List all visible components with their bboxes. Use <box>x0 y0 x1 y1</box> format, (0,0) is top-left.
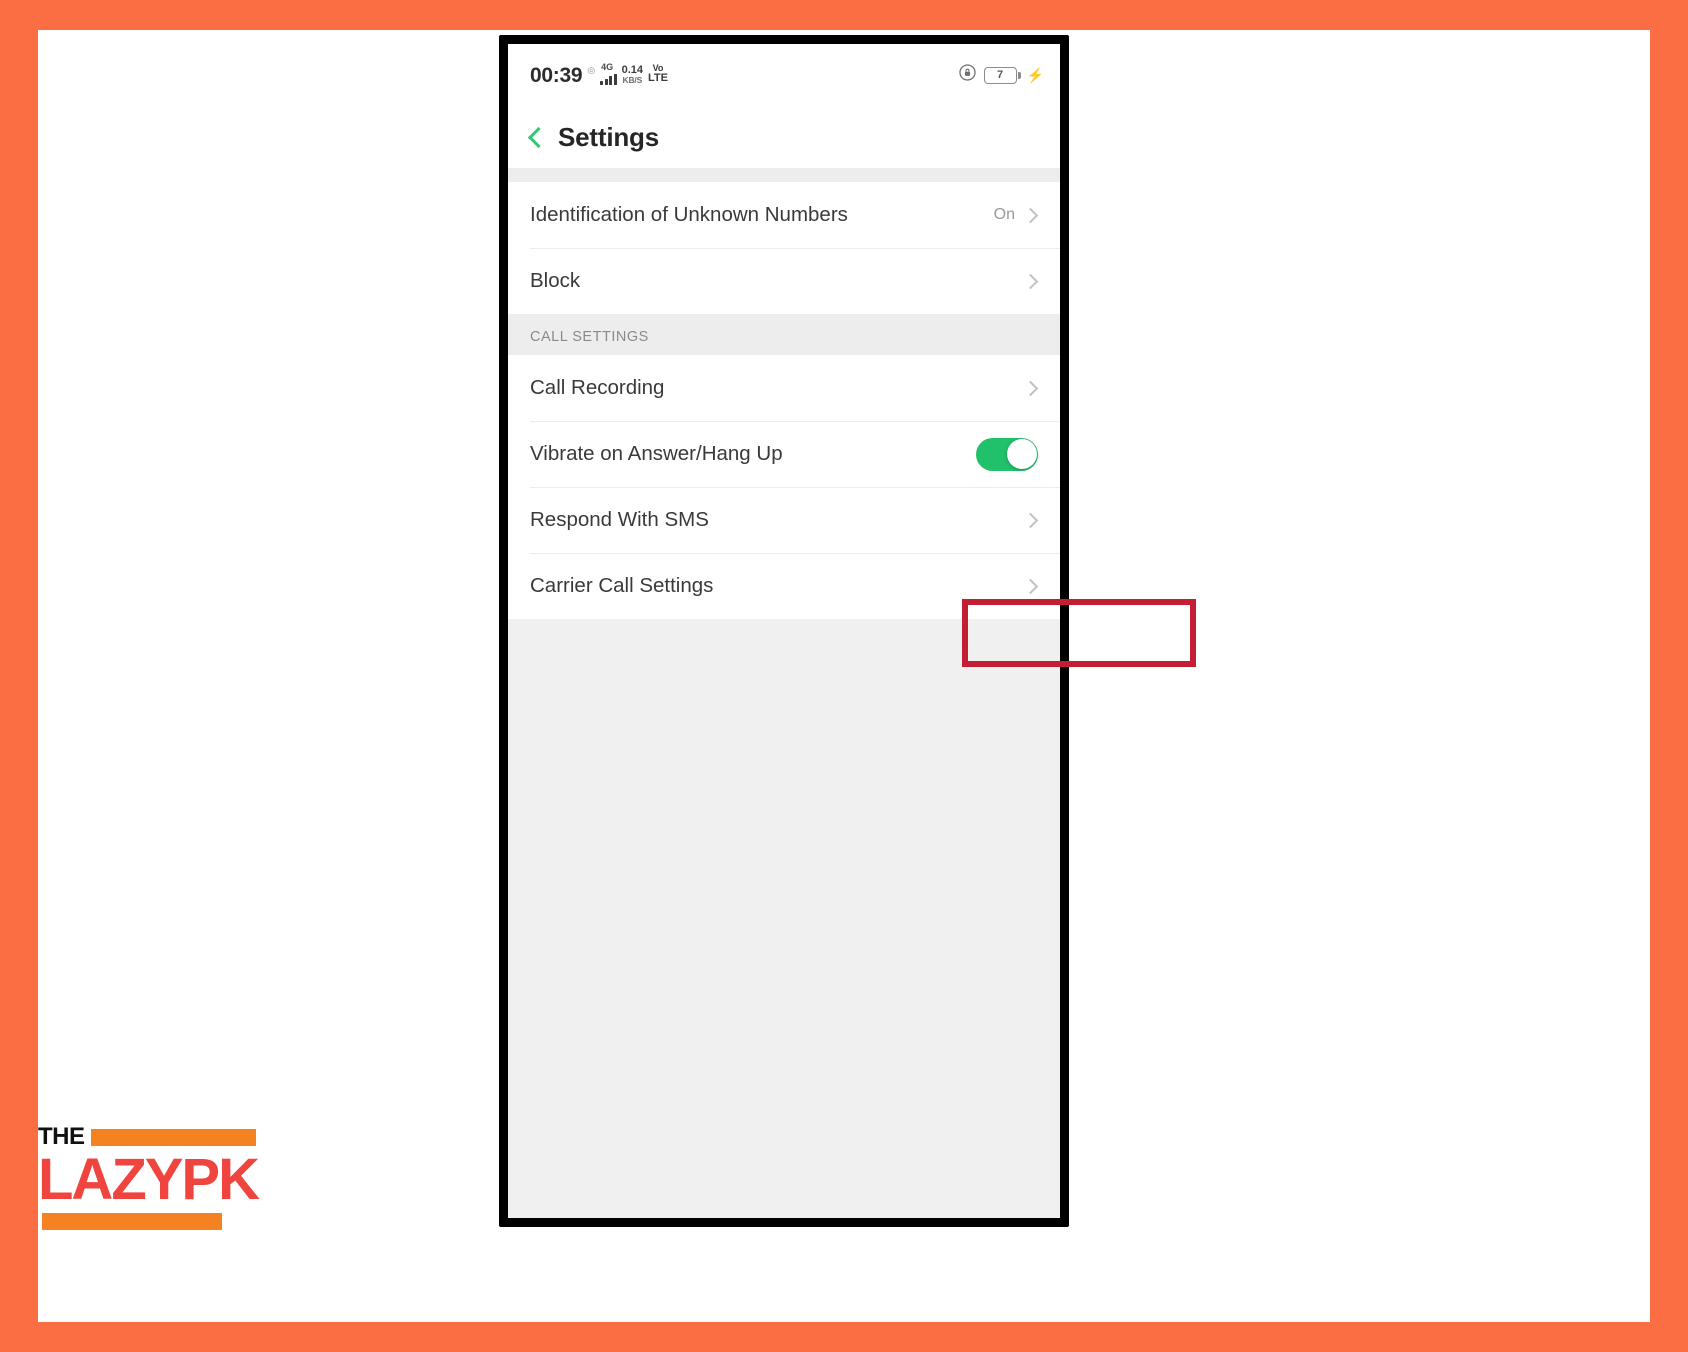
logo-main-text: LAZYPK <box>38 1147 260 1212</box>
toggle-knob <box>1006 439 1037 469</box>
chevron-right-icon <box>1022 512 1039 528</box>
chevron-right-icon <box>1022 578 1039 594</box>
app-bar: Settings <box>508 106 1060 168</box>
circle-dot-icon: ◎ <box>587 64 596 75</box>
battery-icon: 7 <box>983 66 1021 84</box>
phone-screen: 00:39 ◎ 4G 0.14 KB/S Vo LTE 7 ⚡ Settings… <box>508 44 1060 1218</box>
chevron-right-icon <box>1022 273 1039 289</box>
settings-scroll-area[interactable]: Identification of Unknown Numbers On Blo… <box>508 168 1060 1218</box>
status-bar: 00:39 ◎ 4G 0.14 KB/S Vo LTE 7 ⚡ <box>508 44 1060 106</box>
data-rate-indicator: 0.14 KB/S <box>622 64 643 86</box>
signal-bars-icon: 4G <box>600 62 617 85</box>
row-respond-with-sms[interactable]: Respond With SMS <box>508 487 1060 553</box>
page-title: Settings <box>558 121 659 152</box>
row-label: Respond With SMS <box>530 508 709 531</box>
network-generation-label: 4G <box>601 61 614 72</box>
row-identification-of-unknown-numbers[interactable]: Identification of Unknown Numbers On <box>508 182 1060 248</box>
status-time: 00:39 <box>530 63 583 87</box>
chevron-right-icon <box>1022 207 1039 223</box>
phone-frame: 00:39 ◎ 4G 0.14 KB/S Vo LTE 7 ⚡ Settings… <box>499 35 1196 1227</box>
logo-top-row: THE <box>38 1125 256 1149</box>
row-value: On <box>993 206 1015 223</box>
logo-orange-bar-bottom <box>42 1213 222 1231</box>
status-bar-left: 00:39 ◎ 4G 0.14 KB/S Vo LTE <box>530 62 668 87</box>
row-label: Identification of Unknown Numbers <box>530 203 848 226</box>
rotation-lock-icon <box>958 63 977 87</box>
volte-indicator: Vo LTE <box>648 63 668 85</box>
status-bar-right: 7 ⚡ <box>958 63 1044 87</box>
settings-group-call-settings: Call Recording Vibrate on Answer/Hang Up… <box>508 355 1060 619</box>
section-header-call-settings: CALL SETTINGS <box>508 314 1060 355</box>
signal-bar-group <box>600 73 617 85</box>
row-block[interactable]: Block <box>508 248 1060 314</box>
white-canvas: 00:39 ◎ 4G 0.14 KB/S Vo LTE 7 ⚡ Settings… <box>38 30 1650 1322</box>
row-call-recording[interactable]: Call Recording <box>508 355 1060 421</box>
row-label: Block <box>530 269 581 292</box>
battery-level-label: 7 <box>997 69 1004 81</box>
row-vibrate-on-answer-hang-up[interactable]: Vibrate on Answer/Hang Up <box>508 421 1060 487</box>
chevron-right-icon <box>1022 380 1039 396</box>
row-label: Vibrate on Answer/Hang Up <box>530 442 783 465</box>
top-spacer <box>508 168 1060 182</box>
logo-orange-bar-top <box>90 1128 256 1146</box>
data-rate-unit: KB/S <box>622 75 643 86</box>
vibrate-toggle-switch[interactable] <box>976 437 1038 471</box>
lightning-bolt-icon: ⚡ <box>1026 67 1044 83</box>
settings-group-general: Identification of Unknown Numbers On Blo… <box>508 182 1060 314</box>
back-chevron-icon[interactable] <box>527 126 550 148</box>
lazypk-logo: THE LAZYPK <box>38 1125 260 1231</box>
row-label: Call Recording <box>530 376 665 399</box>
row-label: Carrier Call Settings <box>530 574 714 597</box>
volte-bottom-label: LTE <box>648 72 668 85</box>
row-carrier-call-settings[interactable]: Carrier Call Settings <box>508 553 1060 619</box>
logo-the-text: THE <box>38 1123 85 1150</box>
